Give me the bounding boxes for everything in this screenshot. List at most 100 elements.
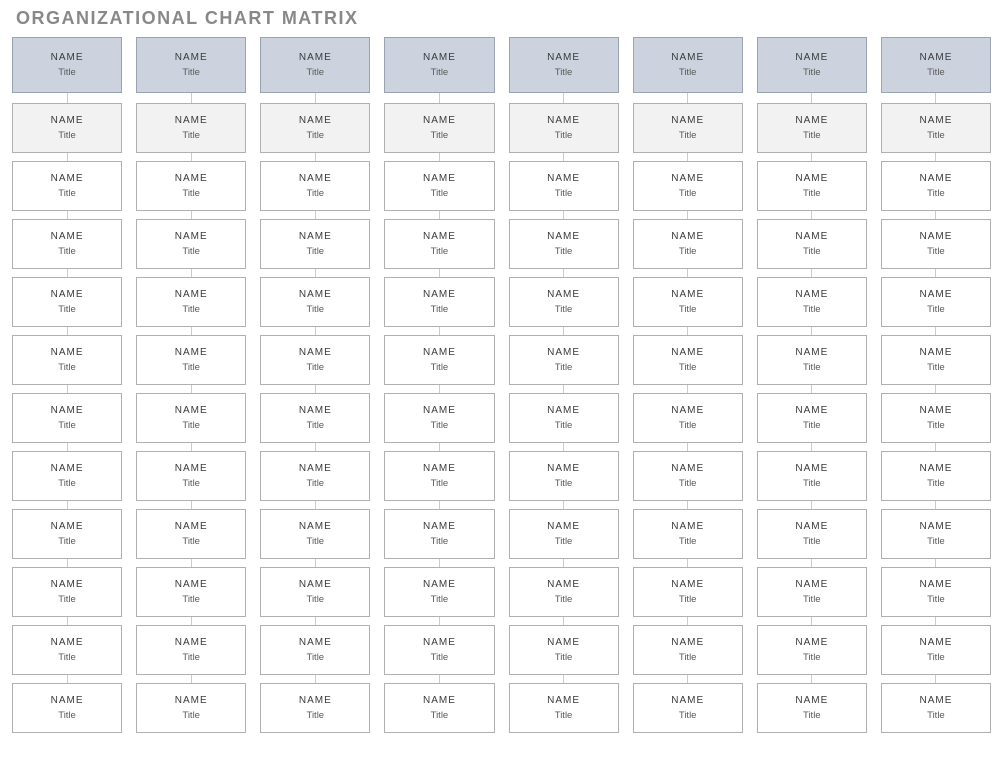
org-cell[interactable]: NAMETitle	[633, 103, 743, 153]
org-cell[interactable]: NAMETitle	[757, 219, 867, 269]
org-cell[interactable]: NAMETitle	[509, 509, 619, 559]
org-cell[interactable]: NAMETitle	[384, 103, 494, 153]
org-cell[interactable]: NAMETitle	[260, 335, 370, 385]
org-cell[interactable]: NAMETitle	[136, 625, 246, 675]
org-cell[interactable]: NAMETitle	[881, 219, 991, 269]
org-cell[interactable]: NAMETitle	[509, 567, 619, 617]
org-cell[interactable]: NAMETitle	[12, 103, 122, 153]
org-cell[interactable]: NAMETitle	[260, 103, 370, 153]
org-cell[interactable]: NAMETitle	[757, 567, 867, 617]
org-cell[interactable]: NAMETitle	[136, 37, 246, 93]
connector-line	[315, 443, 316, 451]
org-cell[interactable]: NAMETitle	[136, 567, 246, 617]
org-cell[interactable]: NAMETitle	[509, 103, 619, 153]
org-cell[interactable]: NAMETitle	[12, 277, 122, 327]
org-cell[interactable]: NAMETitle	[633, 335, 743, 385]
org-cell[interactable]: NAMETitle	[757, 683, 867, 733]
org-cell[interactable]: NAMETitle	[881, 37, 991, 93]
cell-wrap: NAMETitle	[260, 211, 370, 269]
org-cell[interactable]: NAMETitle	[509, 219, 619, 269]
org-cell[interactable]: NAMETitle	[384, 567, 494, 617]
org-cell[interactable]: NAMETitle	[384, 37, 494, 93]
org-cell[interactable]: NAMETitle	[384, 161, 494, 211]
org-cell[interactable]: NAMETitle	[633, 683, 743, 733]
org-cell[interactable]: NAMETitle	[757, 335, 867, 385]
org-cell[interactable]: NAMETitle	[881, 103, 991, 153]
org-cell[interactable]: NAMETitle	[881, 277, 991, 327]
org-cell[interactable]: NAMETitle	[136, 277, 246, 327]
org-cell[interactable]: NAMETitle	[260, 161, 370, 211]
org-cell[interactable]: NAMETitle	[881, 683, 991, 733]
org-cell[interactable]: NAMETitle	[136, 683, 246, 733]
org-cell[interactable]: NAMETitle	[881, 509, 991, 559]
org-cell[interactable]: NAMETitle	[136, 219, 246, 269]
org-cell[interactable]: NAMETitle	[384, 625, 494, 675]
org-cell[interactable]: NAMETitle	[633, 219, 743, 269]
org-cell[interactable]: NAMETitle	[12, 683, 122, 733]
org-cell[interactable]: NAMETitle	[384, 335, 494, 385]
org-cell[interactable]: NAMETitle	[881, 567, 991, 617]
org-cell[interactable]: NAMETitle	[633, 37, 743, 93]
org-cell[interactable]: NAMETitle	[509, 161, 619, 211]
org-cell[interactable]: NAMETitle	[633, 451, 743, 501]
org-cell[interactable]: NAMETitle	[509, 625, 619, 675]
org-cell[interactable]: NAMETitle	[509, 451, 619, 501]
cell-wrap: NAMETitle	[384, 37, 494, 93]
org-cell[interactable]: NAMETitle	[136, 393, 246, 443]
org-cell[interactable]: NAMETitle	[12, 335, 122, 385]
org-cell[interactable]: NAMETitle	[509, 37, 619, 93]
org-cell[interactable]: NAMETitle	[509, 683, 619, 733]
org-cell[interactable]: NAMETitle	[881, 625, 991, 675]
org-cell[interactable]: NAMETitle	[260, 393, 370, 443]
org-cell[interactable]: NAMETitle	[384, 219, 494, 269]
org-cell[interactable]: NAMETitle	[136, 451, 246, 501]
org-cell[interactable]: NAMETitle	[384, 509, 494, 559]
org-cell[interactable]: NAMETitle	[12, 451, 122, 501]
org-cell[interactable]: NAMETitle	[881, 161, 991, 211]
org-cell[interactable]: NAMETitle	[12, 509, 122, 559]
org-cell[interactable]: NAMETitle	[633, 567, 743, 617]
org-cell[interactable]: NAMETitle	[757, 625, 867, 675]
org-cell[interactable]: NAMETitle	[881, 451, 991, 501]
org-cell[interactable]: NAMETitle	[260, 683, 370, 733]
org-cell[interactable]: NAMETitle	[881, 393, 991, 443]
org-cell[interactable]: NAMETitle	[12, 393, 122, 443]
org-cell[interactable]: NAMETitle	[757, 37, 867, 93]
org-cell[interactable]: NAMETitle	[757, 277, 867, 327]
org-cell[interactable]: NAMETitle	[136, 103, 246, 153]
org-cell[interactable]: NAMETitle	[384, 451, 494, 501]
org-cell[interactable]: NAMETitle	[260, 451, 370, 501]
org-cell[interactable]: NAMETitle	[12, 37, 122, 93]
org-cell[interactable]: NAMETitle	[757, 161, 867, 211]
org-cell[interactable]: NAMETitle	[12, 625, 122, 675]
org-cell[interactable]: NAMETitle	[384, 277, 494, 327]
org-cell[interactable]: NAMETitle	[633, 161, 743, 211]
org-cell[interactable]: NAMETitle	[509, 393, 619, 443]
org-cell[interactable]: NAMETitle	[136, 161, 246, 211]
org-cell[interactable]: NAMETitle	[136, 335, 246, 385]
org-cell[interactable]: NAMETitle	[757, 451, 867, 501]
org-cell[interactable]: NAMETitle	[757, 509, 867, 559]
org-cell[interactable]: NAMETitle	[757, 393, 867, 443]
cell-title: Title	[638, 420, 738, 431]
org-cell[interactable]: NAMETitle	[260, 277, 370, 327]
org-cell[interactable]: NAMETitle	[260, 509, 370, 559]
org-cell[interactable]: NAMETitle	[12, 219, 122, 269]
org-cell[interactable]: NAMETitle	[12, 161, 122, 211]
org-cell[interactable]: NAMETitle	[136, 509, 246, 559]
org-cell[interactable]: NAMETitle	[757, 103, 867, 153]
org-cell[interactable]: NAMETitle	[12, 567, 122, 617]
org-cell[interactable]: NAMETitle	[384, 683, 494, 733]
org-cell[interactable]: NAMETitle	[509, 277, 619, 327]
org-cell[interactable]: NAMETitle	[633, 625, 743, 675]
org-cell[interactable]: NAMETitle	[260, 625, 370, 675]
org-cell[interactable]: NAMETitle	[881, 335, 991, 385]
org-cell[interactable]: NAMETitle	[384, 393, 494, 443]
org-cell[interactable]: NAMETitle	[633, 277, 743, 327]
org-cell[interactable]: NAMETitle	[260, 567, 370, 617]
org-cell[interactable]: NAMETitle	[260, 219, 370, 269]
org-cell[interactable]: NAMETitle	[260, 37, 370, 93]
org-cell[interactable]: NAMETitle	[633, 509, 743, 559]
org-cell[interactable]: NAMETitle	[633, 393, 743, 443]
org-cell[interactable]: NAMETitle	[509, 335, 619, 385]
